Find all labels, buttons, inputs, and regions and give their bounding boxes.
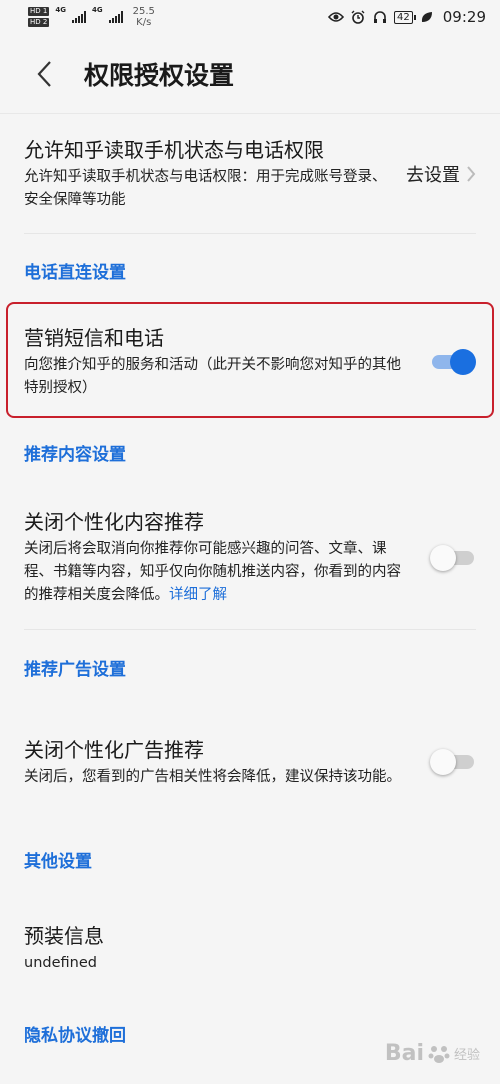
personalized-ads-desc: 关闭后，您看到的广告相关性将会降低，建议保持该功能。 — [24, 768, 401, 785]
phone-permission-desc: 允许知乎读取手机状态与电话权限：用于完成账号登录、安全保障等功能 — [24, 168, 387, 208]
toggle-knob — [450, 349, 476, 375]
baidu-watermark: Bai 经验 — [385, 1041, 480, 1066]
signal-icon — [71, 11, 86, 23]
personalized-content-text: 关闭个性化内容推荐 关闭后将会取消向你推荐你可能感兴趣的问答、文章、课程、书籍等… — [24, 508, 414, 607]
speed-unit: K/s — [136, 17, 152, 28]
chevron-left-icon — [37, 60, 51, 87]
personalized-ads-toggle[interactable] — [430, 749, 476, 775]
preinstall-value: undefined — [24, 954, 97, 971]
watermark-text: Bai — [384, 1041, 424, 1066]
personalized-ads-title: 关闭个性化广告推荐 — [24, 737, 204, 762]
marketing-title: 营销短信和电话 — [24, 326, 164, 350]
section-phone-direct: 电话直连设置 — [24, 262, 126, 283]
personalized-content-toggle[interactable] — [430, 544, 476, 571]
eye-icon — [328, 10, 345, 24]
go-settings-button[interactable]: 去设置 — [406, 161, 476, 187]
alarm-icon — [350, 10, 366, 24]
phone-permission-text: 允许知乎读取手机状态与电话权限 允许知乎读取手机状态与电话权限：用于完成账号登录… — [24, 136, 396, 212]
go-settings-label: 去设置 — [406, 164, 460, 186]
watermark-sub: 经验 — [453, 1048, 480, 1063]
app-header: 权限授权设置 — [0, 34, 500, 114]
personalized-ads-text: 关闭个性化广告推荐 关闭后，您看到的广告相关性将会降低，建议保持该功能。 — [24, 736, 414, 789]
section-other: 其他设置 — [24, 851, 92, 872]
signal-icon — [108, 11, 123, 23]
learn-more-link[interactable]: 详细了解 — [169, 587, 227, 603]
hd-indicators: HD 1 HD 2 — [28, 7, 50, 27]
network-type-1: 4G — [55, 6, 66, 14]
clock: 09:29 — [442, 8, 486, 26]
hd2-badge: HD 2 — [28, 18, 50, 27]
settings-list: 允许知乎读取手机状态与电话权限 允许知乎读取手机状态与电话权限：用于完成账号登录… — [0, 114, 500, 1068]
preinstall-text: 预装信息 undefined — [24, 922, 476, 975]
chevron-right-icon — [467, 165, 476, 182]
section-recommend-content: 推荐内容设置 — [24, 444, 126, 465]
marketing-desc: 向您推介知乎的服务和活动（此开关不影响您对知乎的其他特别授权） — [24, 357, 401, 396]
preinstall-row[interactable]: 预装信息 undefined — [24, 898, 476, 998]
phone-permission-row[interactable]: 允许知乎读取手机状态与电话权限 允许知乎读取手机状态与电话权限：用于完成账号登录… — [24, 114, 476, 234]
hd1-badge: HD 1 — [28, 7, 50, 16]
personalized-content-row: 关闭个性化内容推荐 关闭后将会取消向你推荐你可能感兴趣的问答、文章、课程、书籍等… — [24, 486, 476, 630]
phone-permission-title: 允许知乎读取手机状态与电话权限 — [24, 137, 324, 162]
marketing-text: 营销短信和电话 向您推介知乎的服务和活动（此开关不影响您对知乎的其他特别授权） — [24, 324, 414, 400]
paw-icon — [428, 1045, 450, 1063]
personalized-ads-row: 关闭个性化广告推荐 关闭后，您看到的广告相关性将会降低，建议保持该功能。 — [24, 704, 476, 820]
toggle-knob — [430, 749, 456, 775]
section-recommend-ads: 推荐广告设置 — [24, 659, 126, 680]
marketing-toggle[interactable] — [430, 349, 476, 375]
back-button[interactable] — [14, 44, 74, 104]
marketing-row: 营销短信和电话 向您推介知乎的服务和活动（此开关不影响您对知乎的其他特别授权） — [24, 306, 476, 418]
personalized-content-title: 关闭个性化内容推荐 — [24, 510, 204, 534]
headphone-icon — [372, 10, 388, 24]
network-type-2: 4G — [91, 6, 103, 14]
network-speed: 25.5 K/s — [133, 6, 155, 28]
personalized-content-desc: 关闭后将会取消向你推荐你可能感兴趣的问答、文章、课程、书籍等内容，知乎仅向你随机… — [24, 538, 414, 607]
leaf-icon — [419, 10, 435, 24]
speed-value: 25.5 — [132, 6, 155, 17]
preinstall-title: 预装信息 — [24, 923, 104, 948]
toggle-knob — [430, 544, 456, 571]
status-bar: HD 1 HD 2 4G 4G 25.5 K/s 42 09:29 — [0, 0, 500, 34]
status-right: 42 09:29 — [328, 8, 486, 26]
status-left: HD 1 HD 2 4G 4G 25.5 K/s — [28, 6, 155, 28]
battery-icon: 42 — [394, 10, 416, 24]
page-title: 权限授权设置 — [84, 60, 235, 90]
